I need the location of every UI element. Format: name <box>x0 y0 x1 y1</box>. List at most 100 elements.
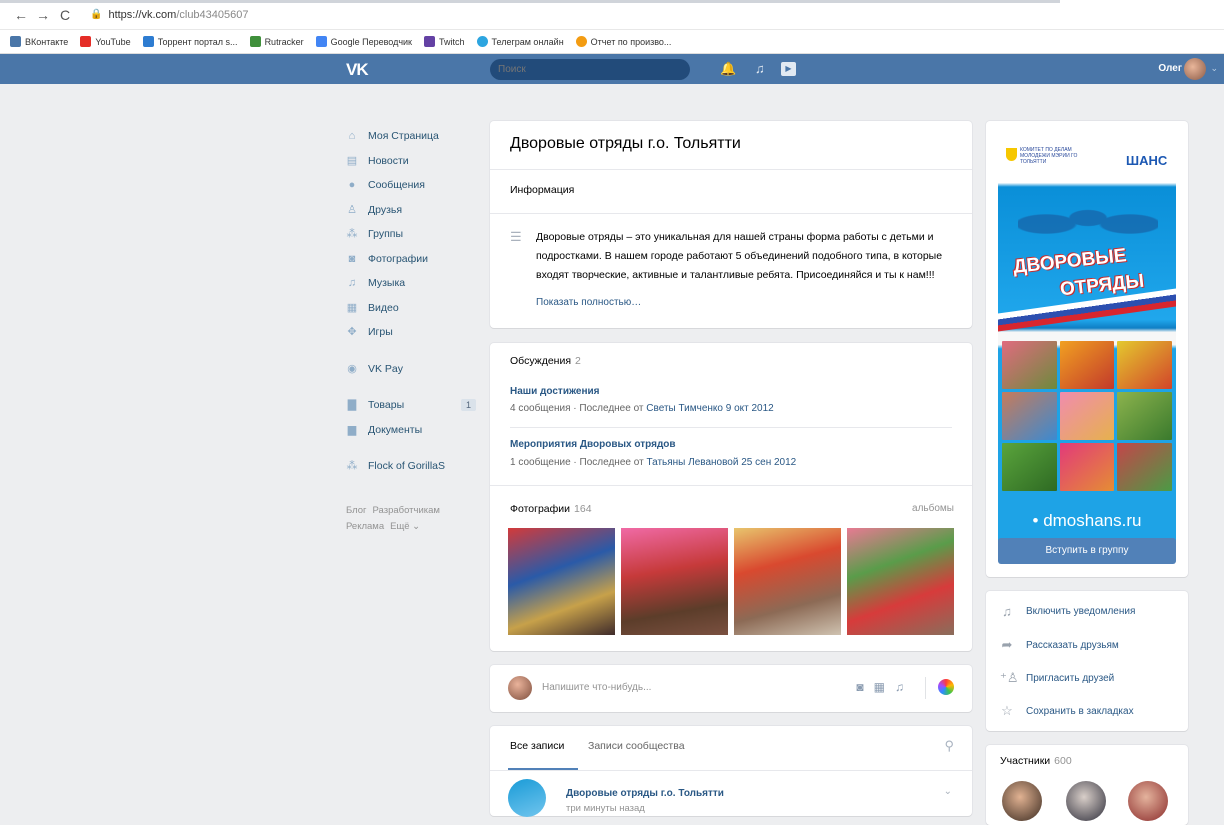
browser-address-bar: ← → C 🔒 https://vk.com/club43405607 <box>0 0 1224 30</box>
rutracker-favicon-icon <box>249 36 261 47</box>
bookmark-item[interactable]: YouTube <box>80 36 131 47</box>
group-cover-image[interactable]: КОМИТЕТ ПО ДЕЛАМ МОЛОДЕЖИ МЭРИИ ГО ТОЛЬЯ… <box>998 133 1176 548</box>
photo-thumbnail[interactable] <box>734 528 841 635</box>
page-title: Дворовые отряды г.о. Тольятти <box>510 135 741 152</box>
sidebar-item-vkpay[interactable]: ◉ VK Pay <box>346 357 476 382</box>
post-author-link[interactable]: Дворовые отряды г.о. Тольятти <box>566 788 724 799</box>
post-time[interactable]: три минуты назад <box>566 803 645 814</box>
music-icon[interactable]: ♫ <box>895 680 904 694</box>
topic-link[interactable]: Наши достижения <box>510 386 600 397</box>
albums-link[interactable]: альбомы <box>912 503 954 514</box>
left-menu: ⌂ Моя Страница ▤ Новости ● Сообщения ♙ Друзь… <box>346 124 476 535</box>
bookmark-item[interactable]: Телеграм онлайн <box>476 36 564 47</box>
group-description: Дворовые отряды – это уникальная для наш… <box>536 231 943 281</box>
avatar[interactable] <box>1128 781 1168 821</box>
video-icon: ▦ <box>346 301 358 314</box>
footer-link-more[interactable]: Ещё ⌄ <box>390 521 420 532</box>
bookmark-item[interactable]: Отчет по произво... <box>575 36 671 47</box>
sidebar-item-messages[interactable]: ● Сообщения <box>346 173 476 198</box>
cover-site: • dmoshans.ru <box>1032 511 1142 530</box>
discussions-title[interactable]: Обсуждения 2 <box>510 355 581 367</box>
sidebar-item-friends[interactable]: ♙ Друзья <box>346 198 476 223</box>
join-group-button[interactable]: Вступить в группу <box>998 538 1176 564</box>
sidebar-item-documents[interactable]: ▆ Документы <box>346 418 476 443</box>
url-field[interactable]: https://vk.com/club43405607 <box>108 9 248 21</box>
music-icon: ♫ <box>347 277 357 290</box>
chevron-down-icon[interactable]: ⌄ <box>944 786 952 797</box>
star-icon: ☆ <box>1001 703 1013 718</box>
footer-link-ads[interactable]: Реклама <box>346 521 384 532</box>
cover-photo-collage <box>1002 341 1172 491</box>
play-icon[interactable]: ▶ <box>781 62 796 76</box>
bell-icon[interactable]: 🔔 <box>720 61 736 77</box>
games-icon: ✥ <box>347 326 357 339</box>
topic-author-link[interactable]: Светы Тимченко <box>646 403 723 414</box>
photos-title[interactable]: Фотографии 164 <box>510 503 592 515</box>
post-input[interactable]: Напишите что-нибудь... <box>542 682 651 693</box>
chevron-down-icon[interactable]: ⌄ <box>1210 63 1218 74</box>
footer-link-developers[interactable]: Разработчикам <box>373 505 440 516</box>
photo-thumbnail[interactable] <box>621 528 728 635</box>
camera-icon[interactable]: ◙ <box>856 680 863 694</box>
lock-icon: 🔒 <box>90 9 103 20</box>
group-cover-card: КОМИТЕТ ПО ДЕЛАМ МОЛОДЕЖИ МЭРИИ ГО ТОЛЬЯ… <box>986 121 1188 577</box>
reload-icon[interactable]: C <box>54 7 76 23</box>
avatar[interactable] <box>508 779 546 817</box>
members-title[interactable]: Участники 600 <box>1000 755 1072 767</box>
cover-brand: ШАНС <box>1126 153 1168 168</box>
topic-link[interactable]: Мероприятия Дворовых отрядов <box>510 439 676 450</box>
search-icon[interactable]: ⚲ <box>944 738 954 754</box>
music-icon[interactable]: ♫ <box>755 61 765 76</box>
search-input[interactable] <box>490 59 690 80</box>
photo-thumbnail[interactable] <box>847 528 954 635</box>
topic-author-link[interactable]: Татьяны Левановой <box>646 457 738 468</box>
sidebar-item-photos[interactable]: ◙ Фотографии <box>346 247 476 272</box>
bookmark-item[interactable]: Rutracker <box>249 36 304 47</box>
share-action[interactable]: ➦ Рассказать друзьям <box>1000 637 1119 653</box>
poster-icon[interactable] <box>938 679 954 695</box>
sidebar-item-games[interactable]: ✥ Игры <box>346 320 476 345</box>
vk-logo[interactable]: VK <box>346 60 369 80</box>
bookmarks-bar: ВКонтакте YouTube Торрент портал s... Ru… <box>0 30 1224 54</box>
avatar[interactable] <box>1066 781 1106 821</box>
avatar[interactable] <box>1184 58 1206 80</box>
tab-all-posts[interactable]: Все записи <box>510 740 564 752</box>
enable-notifications-action[interactable]: ♫ Включить уведомления <box>1000 604 1135 619</box>
documents-icon: ▆ <box>347 423 357 436</box>
news-icon: ▤ <box>346 154 358 167</box>
video-icon[interactable]: ▦ <box>874 680 885 694</box>
home-icon: ⌂ <box>348 130 356 143</box>
bookmark-item[interactable]: Торрент портал s... <box>142 36 238 47</box>
tab-community-posts[interactable]: Записи сообщества <box>588 740 685 752</box>
footer-link-blog[interactable]: Блог <box>346 505 367 516</box>
user-name[interactable]: Олег <box>1158 63 1182 74</box>
avatar[interactable] <box>1002 781 1042 821</box>
topic-date-link[interactable]: 25 сен 2012 <box>738 457 796 468</box>
topic-meta: 1 сообщение · Последнее от Татьяны Леван… <box>510 457 797 468</box>
photo-thumbnail[interactable] <box>508 528 615 635</box>
back-icon[interactable]: ← <box>10 7 32 23</box>
sidebar-item-news[interactable]: ▤ Новости <box>346 149 476 174</box>
topic-date-link[interactable]: 9 окт 2012 <box>723 403 774 414</box>
invite-icon: ⁺♙ <box>1000 670 1019 685</box>
show-more-link[interactable]: Показать полностью… <box>536 297 641 308</box>
post-composer: Напишите что-нибудь... ◙ ▦ ♫ <box>490 665 972 712</box>
sidebar-item-video[interactable]: ▦ Видео <box>346 296 476 321</box>
sidebar-item-my-page[interactable]: ⌂ Моя Страница <box>346 124 476 149</box>
description-icon: ☰ <box>510 229 522 244</box>
bookmark-item[interactable]: Google Переводчик <box>315 36 412 47</box>
forward-icon[interactable]: → <box>32 7 54 23</box>
report-favicon-icon <box>575 36 587 47</box>
sidebar-item-goods[interactable]: ▇ Товары 1 <box>346 393 476 418</box>
groups-icon: ⁂ <box>346 460 358 473</box>
bookmark-item[interactable]: ВКонтакте <box>10 36 68 47</box>
bookmark-action[interactable]: ☆ Сохранить в закладках <box>1000 703 1133 719</box>
wall-feed: Все записи Записи сообщества ⚲ Дворовые … <box>490 726 972 817</box>
sidebar-item-groups[interactable]: ⁂ Группы <box>346 222 476 247</box>
sidebar-item-music[interactable]: ♫ Музыка <box>346 271 476 296</box>
sidebar-item-flock[interactable]: ⁂ Flock of GorillaS <box>346 454 476 479</box>
invite-friends-action[interactable]: ⁺♙ Пригласить друзей <box>1000 670 1114 686</box>
bookmark-item[interactable]: Twitch <box>423 36 465 47</box>
loading-bar <box>0 0 1060 3</box>
group-info-card: Дворовые отряды г.о. Тольятти Информация… <box>490 121 972 328</box>
